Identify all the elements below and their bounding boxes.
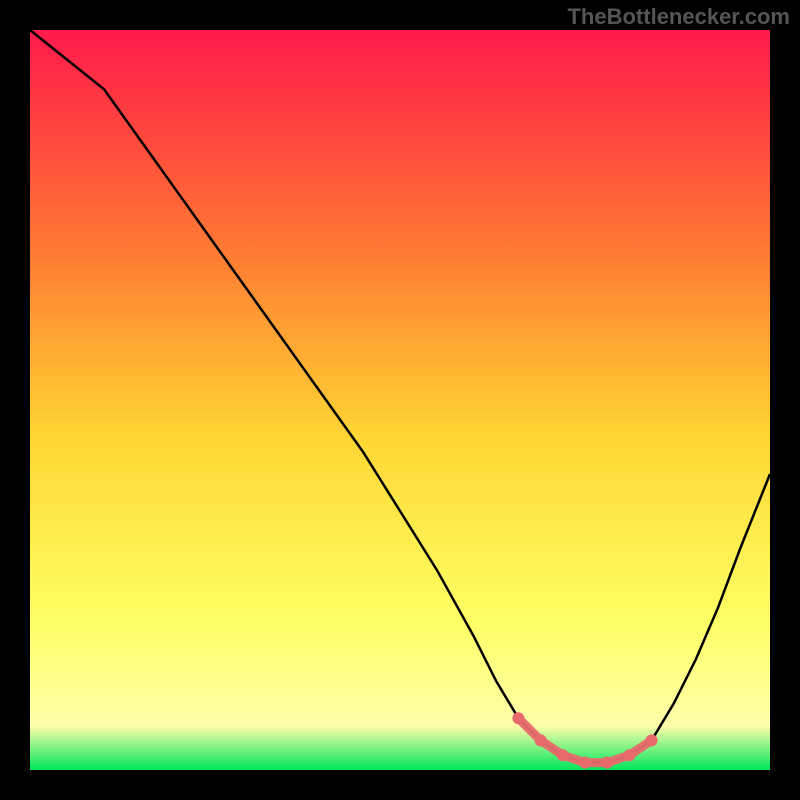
marker-dot xyxy=(646,734,658,746)
marker-dot xyxy=(557,749,569,761)
marker-dot xyxy=(623,749,635,761)
marker-dot xyxy=(512,712,524,724)
marker-dot xyxy=(601,757,613,769)
chart-svg xyxy=(30,30,770,770)
watermark-text: TheBottlenecker.com xyxy=(567,4,790,30)
marker-dot xyxy=(579,757,591,769)
marker-dot xyxy=(535,734,547,746)
chart-area xyxy=(30,30,770,770)
